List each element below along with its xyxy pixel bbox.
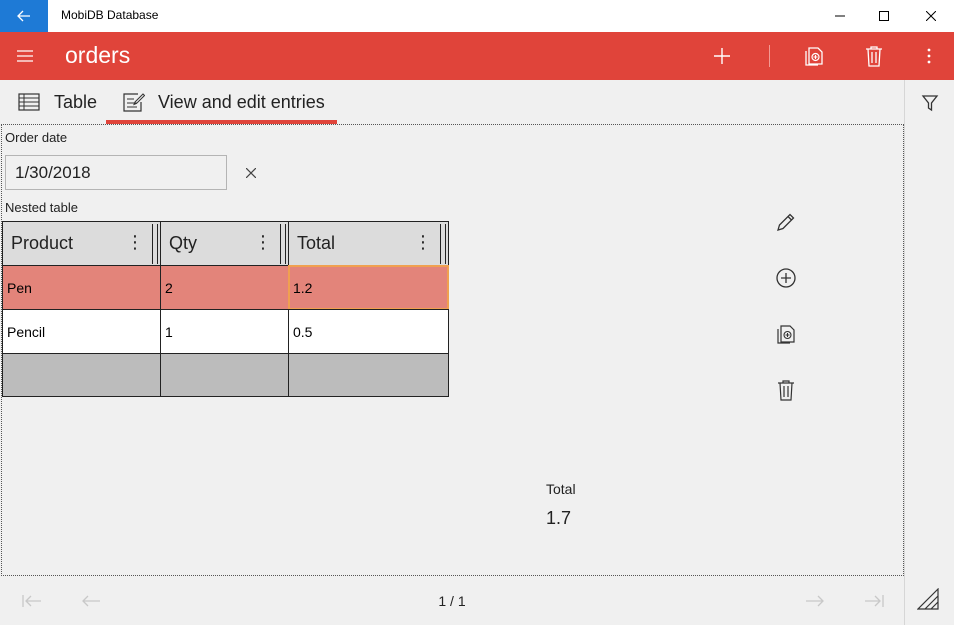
duplicate-icon bbox=[777, 325, 795, 344]
maximize-button[interactable] bbox=[861, 0, 907, 32]
back-button[interactable] bbox=[0, 0, 48, 32]
next-page-button[interactable] bbox=[803, 590, 827, 612]
resize-grip-icon bbox=[916, 587, 939, 610]
column-resize-handle[interactable] bbox=[280, 224, 286, 264]
column-header-label: Qty bbox=[169, 233, 198, 253]
minimize-button[interactable] bbox=[817, 0, 863, 32]
table-cell[interactable]: Pen bbox=[2, 265, 161, 310]
duplicate-entry-button[interactable] bbox=[798, 40, 830, 72]
header-divider bbox=[769, 45, 770, 67]
add-row-button[interactable] bbox=[773, 265, 799, 291]
total-label: Total bbox=[546, 481, 576, 497]
column-menu-icon[interactable]: ⋮ bbox=[254, 232, 272, 253]
column-header-label: Product bbox=[11, 233, 74, 253]
clear-date-button[interactable] bbox=[240, 162, 262, 184]
hamburger-icon bbox=[17, 50, 33, 62]
new-row-cell[interactable] bbox=[160, 353, 289, 397]
tab-table[interactable]: Table bbox=[18, 80, 97, 124]
tab-table-label: Table bbox=[54, 91, 98, 112]
arrow-right-icon bbox=[806, 595, 824, 607]
order-date-label: Order date bbox=[5, 130, 68, 145]
page-title: orders bbox=[65, 42, 131, 68]
table-cell[interactable]: 2 bbox=[160, 265, 289, 310]
table-icon bbox=[18, 93, 40, 111]
arrow-left-icon bbox=[82, 595, 100, 607]
column-menu-icon[interactable]: ⋮ bbox=[414, 232, 432, 253]
column-resize-handle[interactable] bbox=[440, 224, 446, 264]
edit-form-icon bbox=[123, 93, 145, 112]
order-date-field[interactable]: 1/30/2018 bbox=[5, 155, 227, 190]
table-cell[interactable]: Pencil bbox=[2, 309, 161, 354]
new-row-cell[interactable] bbox=[2, 353, 161, 397]
duplicate-icon bbox=[805, 47, 823, 66]
pencil-icon bbox=[777, 213, 795, 231]
column-menu-icon[interactable]: ⋮ bbox=[126, 232, 144, 253]
right-rail bbox=[904, 80, 954, 625]
edit-row-button[interactable] bbox=[773, 209, 799, 235]
column-header-label: Total bbox=[297, 233, 336, 253]
resize-grip[interactable] bbox=[916, 587, 939, 610]
filter-icon bbox=[921, 95, 939, 112]
column-resize-handle[interactable] bbox=[152, 224, 158, 264]
delete-row-button[interactable] bbox=[773, 377, 799, 403]
page-indicator: 1 / 1 bbox=[438, 593, 466, 609]
first-page-button[interactable] bbox=[20, 590, 44, 612]
new-row-cell[interactable] bbox=[288, 353, 449, 397]
nested-table-label: Nested table bbox=[5, 200, 78, 215]
more-options-button[interactable] bbox=[913, 40, 945, 72]
column-header-total[interactable]: Total ⋮ bbox=[288, 221, 449, 266]
close-icon bbox=[246, 168, 256, 178]
delete-entry-button[interactable] bbox=[858, 40, 890, 72]
table-cell[interactable]: 1 bbox=[160, 309, 289, 354]
arrow-left-icon bbox=[17, 10, 30, 22]
title-bar: MobiDB Database bbox=[0, 0, 954, 32]
close-window-button[interactable] bbox=[908, 0, 954, 32]
menu-button[interactable] bbox=[8, 40, 42, 72]
previous-page-button[interactable] bbox=[79, 590, 103, 612]
trash-icon bbox=[778, 380, 794, 401]
filter-button[interactable] bbox=[919, 92, 941, 114]
add-circle-icon bbox=[776, 268, 796, 288]
close-icon bbox=[926, 11, 936, 21]
column-header-product[interactable]: Product ⋮ bbox=[2, 221, 161, 266]
add-entry-button[interactable] bbox=[706, 40, 738, 72]
tab-view-edit-entries-label: View and edit entries bbox=[158, 91, 325, 112]
minimize-icon bbox=[835, 15, 845, 17]
column-header-qty[interactable]: Qty ⋮ bbox=[160, 221, 289, 266]
tab-view-edit-entries[interactable]: View and edit entries bbox=[123, 80, 325, 124]
plus-icon bbox=[714, 48, 730, 64]
last-page-icon bbox=[865, 595, 884, 607]
app-title: MobiDB Database bbox=[61, 8, 159, 22]
duplicate-row-button[interactable] bbox=[773, 321, 799, 347]
maximize-icon bbox=[879, 11, 889, 21]
trash-icon bbox=[866, 46, 882, 67]
table-cell[interactable]: 0.5 bbox=[288, 309, 449, 354]
last-page-button[interactable] bbox=[862, 590, 886, 612]
table-cell[interactable]: 1.2 bbox=[288, 265, 449, 310]
app-header: orders bbox=[0, 32, 954, 80]
total-value: 1.7 bbox=[546, 508, 572, 528]
more-vertical-icon bbox=[927, 48, 931, 64]
first-page-icon bbox=[22, 595, 41, 607]
